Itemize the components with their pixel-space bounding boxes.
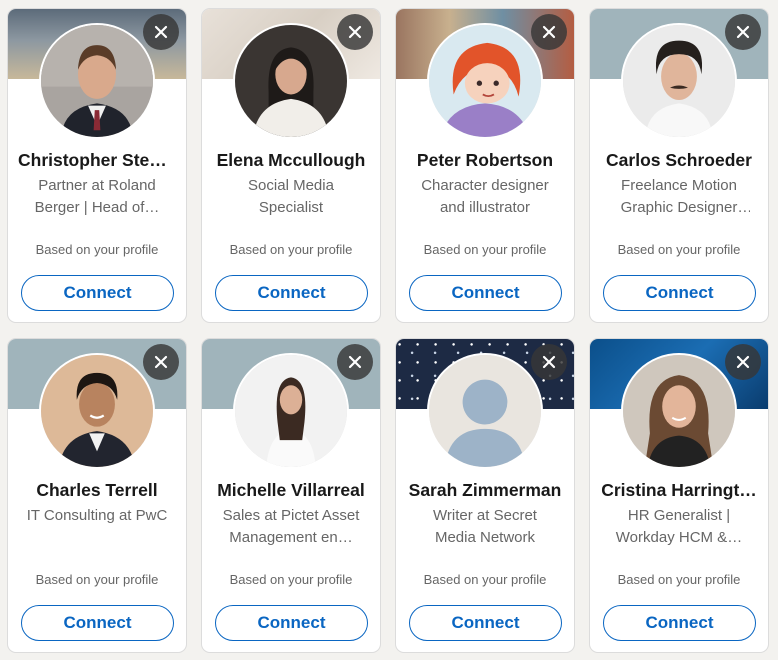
- suggestion-reason: Based on your profile: [229, 572, 353, 587]
- profile-photo[interactable]: [233, 353, 349, 469]
- person-name[interactable]: Elena Mccullough: [212, 149, 370, 171]
- connect-button[interactable]: Connect: [215, 275, 368, 311]
- person-name[interactable]: Peter Robertson: [406, 149, 564, 171]
- suggestion-reason: Based on your profile: [35, 572, 159, 587]
- person-card: Sarah Zimmerman Writer at Secret Media N…: [395, 338, 575, 653]
- person-headline: IT Consulting at PwC: [26, 507, 168, 524]
- person-headline: Social Media Specialist: [248, 177, 334, 216]
- person-card: Carlos Schroeder Freelance Motion Graphi…: [589, 8, 769, 323]
- person-photo-icon: [235, 25, 347, 137]
- dismiss-button[interactable]: [725, 14, 761, 50]
- dismiss-button[interactable]: [143, 344, 179, 380]
- profile-photo[interactable]: [621, 23, 737, 139]
- profile-photo[interactable]: [233, 23, 349, 139]
- person-name[interactable]: Carlos Schroeder: [600, 149, 758, 171]
- suggestion-reason: Based on your profile: [35, 242, 159, 257]
- person-card: Charles Terrell IT Consulting at PwC Bas…: [7, 338, 187, 653]
- dismiss-button[interactable]: [143, 14, 179, 50]
- dismiss-button[interactable]: [337, 14, 373, 50]
- people-suggestions-grid: Christopher Step… Partner at Roland Berg…: [0, 0, 778, 660]
- profile-photo[interactable]: [427, 353, 543, 469]
- suggestion-reason: Based on your profile: [617, 242, 741, 257]
- illustration-avatar-icon: [429, 25, 541, 137]
- profile-photo[interactable]: [39, 353, 155, 469]
- person-headline: Partner at Roland Berger | Head of…: [34, 177, 160, 216]
- person-card: Peter Robertson Character designer and i…: [395, 8, 575, 323]
- close-icon: [154, 355, 168, 369]
- person-name[interactable]: Cristina Harringt…: [600, 479, 758, 501]
- person-photo-icon: [235, 355, 347, 467]
- dismiss-button[interactable]: [531, 344, 567, 380]
- person-card: Michelle Villarreal Sales at Pictet Asse…: [201, 338, 381, 653]
- close-icon: [348, 25, 362, 39]
- person-card: Christopher Step… Partner at Roland Berg…: [7, 8, 187, 323]
- dismiss-button[interactable]: [531, 14, 567, 50]
- person-headline: Freelance Motion Graphic Designer en…: [620, 177, 738, 216]
- close-icon: [154, 25, 168, 39]
- connect-button[interactable]: Connect: [21, 605, 174, 641]
- connect-button[interactable]: Connect: [603, 275, 756, 311]
- connect-button[interactable]: Connect: [603, 605, 756, 641]
- person-headline: Character designer and illustrator: [421, 177, 549, 216]
- suggestion-reason: Based on your profile: [229, 242, 353, 257]
- person-card: Cristina Harringt… HR Generalist | Workd…: [589, 338, 769, 653]
- person-headline: HR Generalist | Workday HCM &…: [615, 507, 743, 546]
- dismiss-button[interactable]: [337, 344, 373, 380]
- close-icon: [736, 355, 750, 369]
- close-icon: [542, 355, 556, 369]
- connect-button[interactable]: Connect: [21, 275, 174, 311]
- profile-photo[interactable]: [427, 23, 543, 139]
- suggestion-reason: Based on your profile: [423, 572, 547, 587]
- person-photo-icon: [623, 355, 735, 467]
- suggestion-reason: Based on your profile: [423, 242, 547, 257]
- person-photo-icon: [41, 355, 153, 467]
- person-headline: Sales at Pictet Asset Management en…: [222, 507, 360, 546]
- close-icon: [348, 355, 362, 369]
- person-photo-icon: [623, 25, 735, 137]
- connect-button[interactable]: Connect: [409, 275, 562, 311]
- person-name[interactable]: Charles Terrell: [18, 479, 176, 501]
- person-name[interactable]: Christopher Step…: [18, 149, 176, 171]
- person-card: Elena Mccullough Social Media Specialist…: [201, 8, 381, 323]
- close-icon: [542, 25, 556, 39]
- profile-photo[interactable]: [39, 23, 155, 139]
- default-avatar-icon: [429, 355, 541, 467]
- suggestion-reason: Based on your profile: [617, 572, 741, 587]
- person-headline: Writer at Secret Media Network: [433, 507, 537, 546]
- connect-button[interactable]: Connect: [409, 605, 562, 641]
- profile-photo[interactable]: [621, 353, 737, 469]
- connect-button[interactable]: Connect: [215, 605, 368, 641]
- close-icon: [736, 25, 750, 39]
- person-name[interactable]: Michelle Villarreal: [212, 479, 370, 501]
- person-photo-icon: [41, 25, 153, 137]
- dismiss-button[interactable]: [725, 344, 761, 380]
- person-name[interactable]: Sarah Zimmerman: [406, 479, 564, 501]
